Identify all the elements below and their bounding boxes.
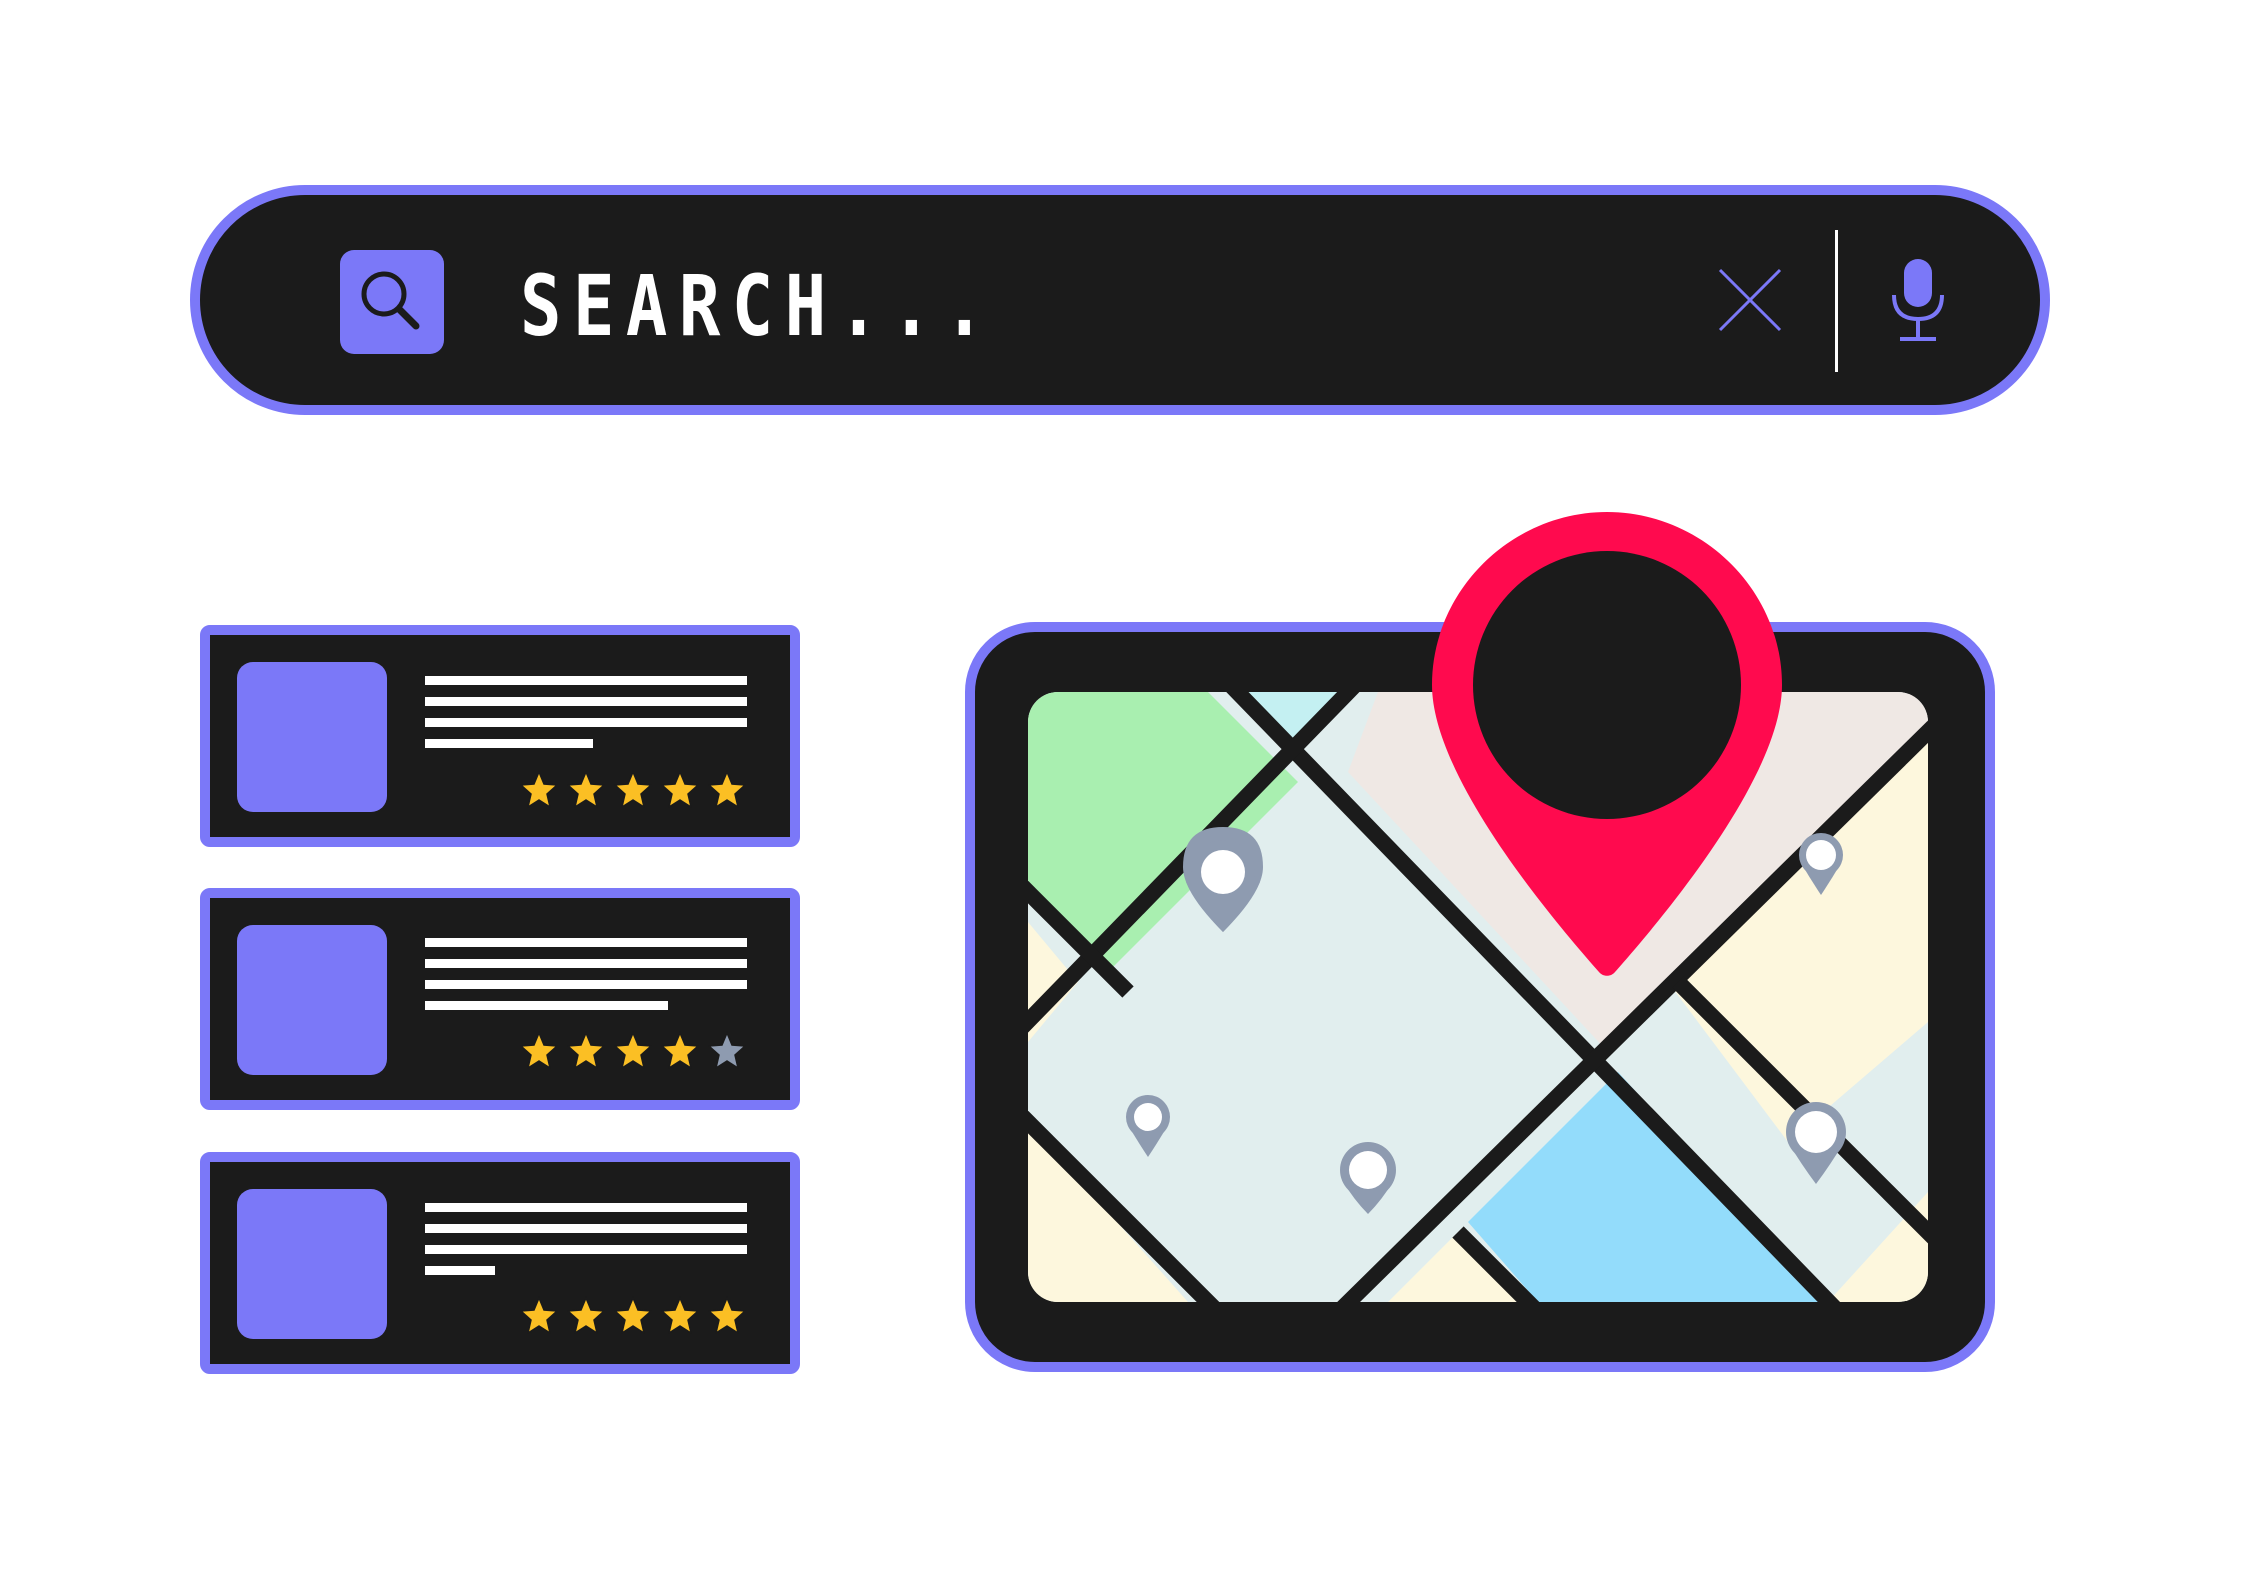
- rating-stars: [519, 770, 747, 809]
- pin-center: [1473, 551, 1741, 819]
- text-line: [425, 959, 747, 968]
- star-filled-icon: [707, 1296, 747, 1335]
- close-icon: [1718, 268, 1782, 332]
- star-filled-icon: [566, 770, 606, 809]
- text-line: [425, 1203, 747, 1212]
- text-line: [425, 938, 747, 947]
- text-line: [425, 980, 747, 989]
- star-filled-icon: [707, 770, 747, 809]
- result-thumbnail: [237, 662, 387, 812]
- search-input[interactable]: SEARCH...: [520, 256, 997, 356]
- star-filled-icon: [566, 1031, 606, 1070]
- star-filled-icon: [613, 1296, 653, 1335]
- star-filled-icon: [660, 770, 700, 809]
- star-filled-icon: [613, 770, 653, 809]
- star-filled-icon: [660, 1296, 700, 1335]
- star-filled-icon: [613, 1031, 653, 1070]
- text-line: [425, 1245, 747, 1254]
- voice-search-button[interactable]: [1890, 255, 1946, 347]
- rating-stars: [519, 1031, 747, 1070]
- text-line: [425, 718, 747, 727]
- clear-search-button[interactable]: [1712, 262, 1788, 338]
- text-line: [425, 676, 747, 685]
- microphone-icon: [1892, 259, 1944, 341]
- text-line: [425, 1224, 747, 1233]
- star-filled-icon: [660, 1031, 700, 1070]
- search-divider: [1835, 230, 1838, 372]
- star-filled-icon: [566, 1296, 606, 1335]
- search-button[interactable]: [340, 250, 444, 354]
- text-line: [425, 1266, 495, 1275]
- selected-location-pin[interactable]: [1432, 510, 1782, 980]
- result-thumbnail: [237, 925, 387, 1075]
- star-filled-icon: [519, 1296, 559, 1335]
- star-filled-icon: [519, 1031, 559, 1070]
- star-empty-icon: [707, 1031, 747, 1070]
- search-icon: [361, 271, 420, 330]
- text-line: [425, 1001, 668, 1010]
- rating-stars: [519, 1296, 747, 1335]
- text-line: [425, 697, 747, 706]
- text-line: [425, 739, 593, 748]
- star-filled-icon: [519, 770, 559, 809]
- result-thumbnail: [237, 1189, 387, 1339]
